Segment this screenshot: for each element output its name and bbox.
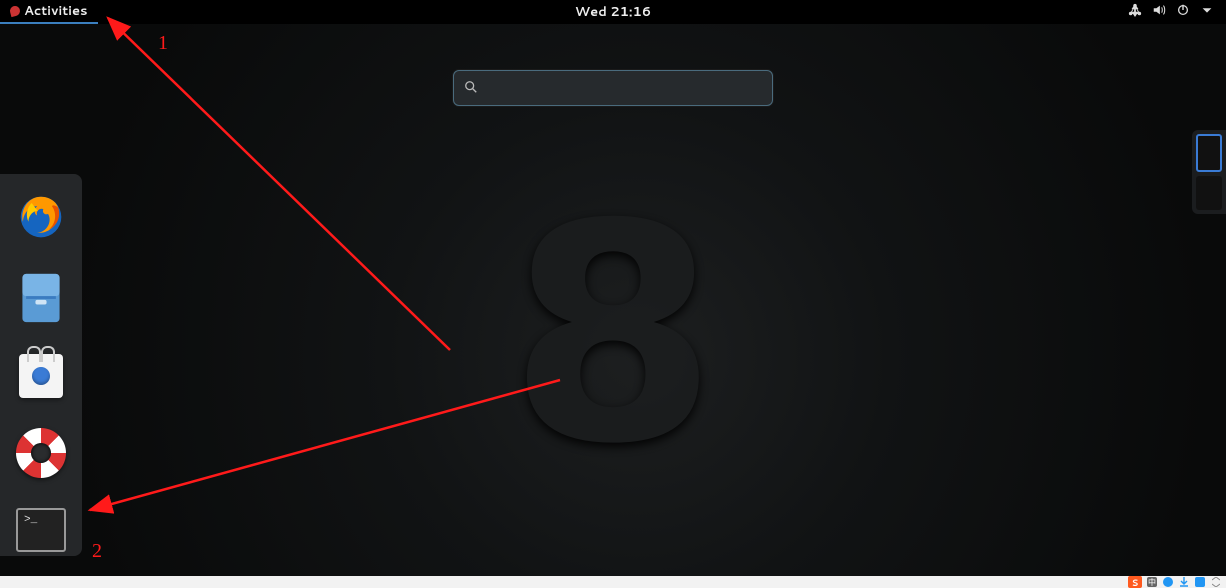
app-files[interactable] (15, 272, 67, 324)
app-help[interactable] (15, 428, 67, 478)
system-tray[interactable] (1128, 3, 1226, 22)
terminal-icon (16, 508, 66, 552)
search-icon (464, 77, 486, 100)
redhat-icon (9, 5, 21, 17)
search-input[interactable] (486, 80, 762, 96)
tray-cloud-icon[interactable] (1162, 576, 1174, 588)
top-bar: Activities Wed 21:16 (0, 0, 1226, 24)
tray-note-icon[interactable] (1194, 576, 1206, 588)
workspace-1[interactable] (1196, 134, 1222, 172)
workspace-switcher[interactable] (1192, 130, 1226, 214)
tray-download-icon[interactable] (1178, 576, 1190, 588)
activities-button[interactable]: Activities (0, 0, 98, 24)
volume-icon[interactable] (1152, 3, 1166, 22)
activities-label: Activities (24, 2, 88, 20)
ime-lang-icon[interactable]: 中 (1146, 576, 1158, 588)
lifebuoy-icon (16, 428, 66, 478)
dropdown-icon[interactable] (1200, 3, 1214, 22)
files-icon (18, 272, 64, 324)
app-firefox[interactable] (15, 192, 67, 242)
firefox-icon (16, 192, 66, 242)
search-bar[interactable] (453, 70, 773, 106)
wallpaper-eight: 8 (509, 160, 718, 509)
app-software[interactable] (15, 354, 67, 398)
power-icon[interactable] (1176, 3, 1190, 22)
activities-overview: 8 (0, 24, 1226, 576)
sogou-ime-icon[interactable]: S (1128, 576, 1142, 588)
clock-label[interactable]: Wed 21:16 (575, 3, 651, 21)
host-taskbar: S 中 (0, 576, 1226, 588)
shopping-bag-icon (19, 354, 63, 398)
network-icon[interactable] (1128, 3, 1142, 22)
tray-expand-icon[interactable] (1210, 576, 1222, 588)
workspace-2[interactable] (1196, 176, 1222, 210)
app-terminal[interactable] (15, 508, 67, 552)
dash-dock (0, 174, 82, 556)
